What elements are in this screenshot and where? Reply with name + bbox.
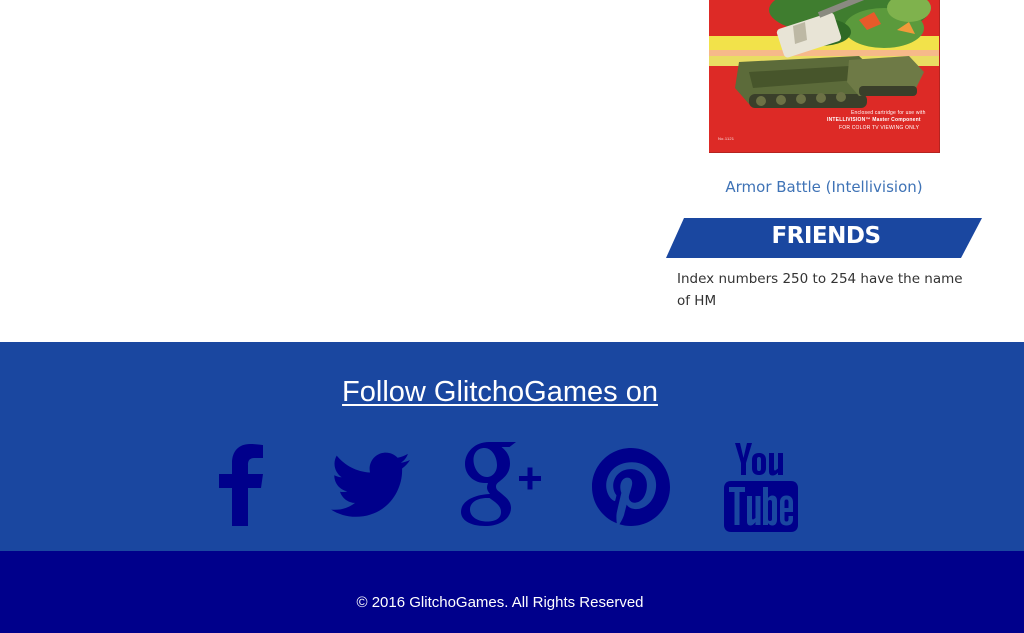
- friends-banner: FRIENDS: [666, 218, 982, 258]
- box-art-number: No.1121: [718, 136, 735, 141]
- youtube-link[interactable]: [723, 441, 799, 533]
- follow-section: Follow GlitchoGames on: [0, 342, 1024, 551]
- page: Enclosed cartridge for use with INTELLIV…: [0, 0, 1024, 633]
- twitter-link[interactable]: [331, 452, 411, 520]
- facebook-icon: [219, 444, 263, 526]
- twitter-icon: [331, 452, 410, 517]
- google-plus-link[interactable]: [459, 440, 543, 526]
- friends-description: Index numbers 250 to 254 have the name o…: [677, 271, 963, 309]
- pinterest-icon: [592, 448, 670, 526]
- youtube-icon: [724, 443, 798, 532]
- friends-heading: FRIENDS: [771, 223, 881, 249]
- box-art-text-line1: Enclosed cartridge for use with: [851, 110, 926, 116]
- footer: © 2016 GlitchoGames. All Rights Reserved: [0, 551, 1024, 633]
- copyright-text: © 2016 GlitchoGames. All Rights Reserved: [356, 594, 644, 611]
- box-art-text-line3: FOR COLOR TV VIEWING ONLY: [839, 125, 920, 131]
- game-link-armor-battle[interactable]: Armor Battle (Intellivision): [666, 176, 982, 198]
- pinterest-link[interactable]: [592, 448, 670, 526]
- box-art-text-line2: INTELLIVISION™ Master Component: [827, 117, 921, 123]
- facebook-link[interactable]: [218, 442, 264, 526]
- google-plus-icon: [461, 442, 541, 526]
- armor-battle-box-art-image[interactable]: Enclosed cartridge for use with INTELLIV…: [709, 0, 940, 153]
- follow-heading-link[interactable]: Follow GlitchoGames on: [0, 374, 1000, 410]
